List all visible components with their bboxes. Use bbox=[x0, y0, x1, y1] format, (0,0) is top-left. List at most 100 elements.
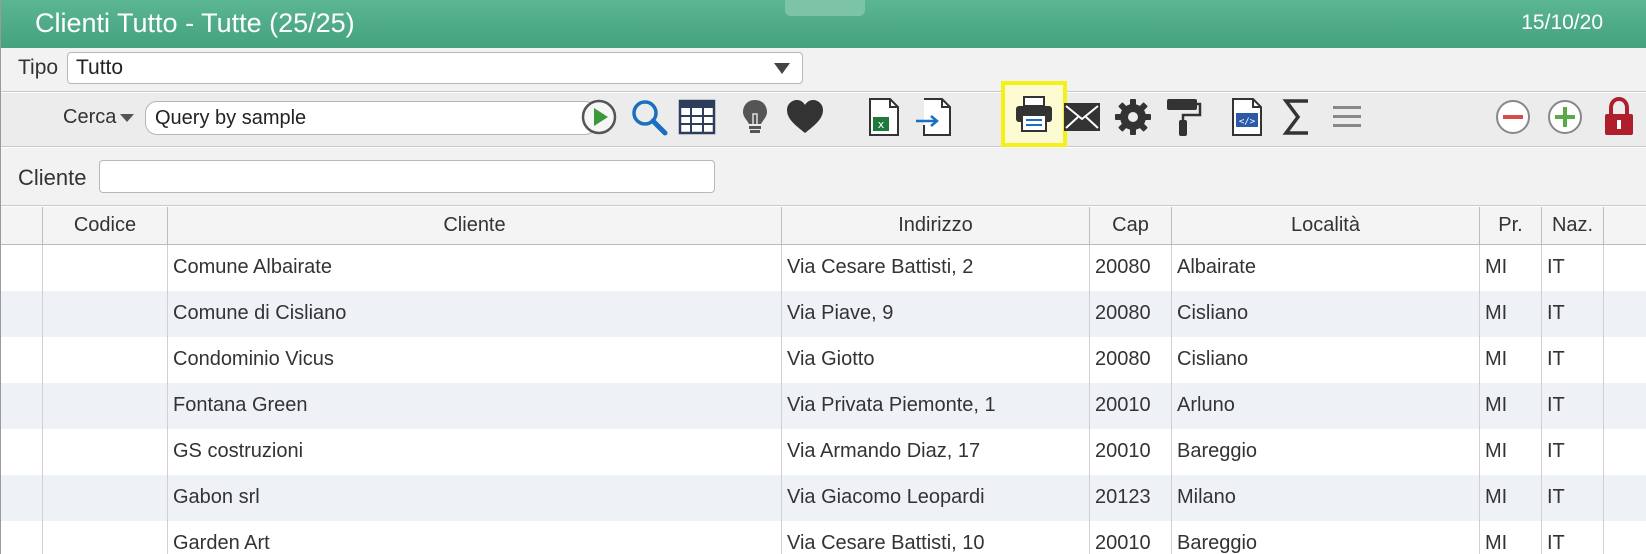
table-row[interactable]: Comune di Cisliano Via Piave, 9 20080 Cisli… bbox=[1, 291, 1646, 337]
cell-codice[interactable] bbox=[43, 245, 168, 291]
cell-cliente[interactable]: Gabon srl bbox=[168, 475, 782, 521]
menu-icon[interactable] bbox=[1323, 93, 1371, 141]
cell-indirizzo[interactable]: Via Privata Piemonte, 1 bbox=[782, 383, 1090, 429]
excel-export-icon[interactable]: x bbox=[859, 93, 907, 141]
mail-icon[interactable] bbox=[1058, 93, 1106, 141]
cell-nazione[interactable]: IT bbox=[1542, 521, 1604, 554]
cell-selector[interactable] bbox=[1, 383, 43, 429]
table-row[interactable]: Condominio Vicus Via Giotto 20080 Cisliano M… bbox=[1, 337, 1646, 383]
cell-indirizzo[interactable]: Via Giacomo Leopardi bbox=[782, 475, 1090, 521]
paint-roller-icon[interactable] bbox=[1159, 93, 1207, 141]
cell-nazione[interactable]: IT bbox=[1542, 291, 1604, 337]
cell-cap[interactable]: 20080 bbox=[1090, 245, 1172, 291]
chevron-down-icon bbox=[120, 113, 135, 122]
window-title: Clienti Tutto - Tutte (25/25) bbox=[35, 8, 355, 38]
cell-nazione[interactable]: IT bbox=[1542, 337, 1604, 383]
column-header-cliente[interactable]: Cliente bbox=[168, 207, 782, 244]
title-bar: Clienti Tutto - Tutte (25/25) 15/10/20 bbox=[1, 0, 1646, 48]
drag-handle[interactable] bbox=[785, 0, 865, 16]
cell-localita[interactable]: Albairate bbox=[1172, 245, 1480, 291]
cell-indirizzo[interactable]: Via Armando Diaz, 17 bbox=[782, 429, 1090, 475]
cell-selector[interactable] bbox=[1, 521, 43, 554]
cell-codice[interactable] bbox=[43, 521, 168, 554]
cell-codice[interactable] bbox=[43, 337, 168, 383]
cell-provincia[interactable]: MI bbox=[1480, 521, 1542, 554]
lock-icon[interactable] bbox=[1595, 93, 1643, 141]
cell-cliente[interactable]: GS costruzioni bbox=[168, 429, 782, 475]
cell-provincia[interactable]: MI bbox=[1480, 291, 1542, 337]
column-header-codice[interactable]: Codice bbox=[43, 207, 168, 244]
cell-selector[interactable] bbox=[1, 429, 43, 475]
cell-nazione[interactable]: IT bbox=[1542, 245, 1604, 291]
cell-codice[interactable] bbox=[43, 291, 168, 337]
search-icon[interactable] bbox=[625, 93, 673, 141]
column-header-localita[interactable]: Località bbox=[1172, 207, 1480, 244]
cell-selector[interactable] bbox=[1, 337, 43, 383]
cell-provincia[interactable]: MI bbox=[1480, 475, 1542, 521]
cell-cliente[interactable]: Comune di Cisliano bbox=[168, 291, 782, 337]
cell-provincia[interactable]: MI bbox=[1480, 383, 1542, 429]
cell-localita[interactable]: Cisliano bbox=[1172, 337, 1480, 383]
table-body: Comune Albairate Via Cesare Battisti, 2 20… bbox=[1, 245, 1646, 554]
code-file-icon[interactable]: </> bbox=[1223, 93, 1271, 141]
tipo-select[interactable]: Tutto bbox=[67, 52, 803, 84]
column-header-indirizzo[interactable]: Indirizzo bbox=[782, 207, 1090, 244]
cliente-filter-input[interactable] bbox=[106, 161, 706, 191]
cell-indirizzo[interactable]: Via Piave, 9 bbox=[782, 291, 1090, 337]
cell-cliente[interactable]: Fontana Green bbox=[168, 383, 782, 429]
cell-codice[interactable] bbox=[43, 475, 168, 521]
cell-localita[interactable]: Cisliano bbox=[1172, 291, 1480, 337]
table-icon[interactable] bbox=[673, 93, 721, 141]
search-mode-label: Cerca bbox=[63, 106, 117, 128]
settings-icon[interactable] bbox=[1109, 93, 1157, 141]
print-icon[interactable] bbox=[1001, 81, 1067, 147]
table-row[interactable]: Garden Art Via Cesare Battisti, 10 20010 Ba… bbox=[1, 521, 1646, 554]
tipo-label: Tipo bbox=[18, 56, 59, 79]
cell-localita[interactable]: Bareggio bbox=[1172, 429, 1480, 475]
column-header-selector[interactable] bbox=[1, 207, 43, 244]
cell-indirizzo[interactable]: Via Cesare Battisti, 2 bbox=[782, 245, 1090, 291]
cell-nazione[interactable]: IT bbox=[1542, 383, 1604, 429]
cell-nazione[interactable]: IT bbox=[1542, 475, 1604, 521]
heart-icon[interactable] bbox=[781, 93, 829, 141]
cell-indirizzo[interactable]: Via Giotto bbox=[782, 337, 1090, 383]
column-header-nazione[interactable]: Naz. bbox=[1542, 207, 1604, 244]
column-header-provincia[interactable]: Pr. bbox=[1480, 207, 1542, 244]
cell-provincia[interactable]: MI bbox=[1480, 337, 1542, 383]
remove-icon[interactable] bbox=[1489, 93, 1537, 141]
cell-cliente[interactable]: Condominio Vicus bbox=[168, 337, 782, 383]
cell-cap[interactable]: 20080 bbox=[1090, 291, 1172, 337]
table-row[interactable]: Fontana Green Via Privata Piemonte, 1 2001… bbox=[1, 383, 1646, 429]
cell-localita[interactable]: Milano bbox=[1172, 475, 1480, 521]
table-row[interactable]: Comune Albairate Via Cesare Battisti, 2 20… bbox=[1, 245, 1646, 291]
cell-localita[interactable]: Arluno bbox=[1172, 383, 1480, 429]
cell-selector[interactable] bbox=[1, 475, 43, 521]
search-mode-dropdown[interactable]: Cerca bbox=[63, 106, 135, 129]
cell-codice[interactable] bbox=[43, 383, 168, 429]
search-input[interactable] bbox=[155, 103, 575, 133]
sum-icon[interactable] bbox=[1273, 93, 1321, 141]
lightbulb-icon[interactable] bbox=[731, 93, 779, 141]
cell-provincia[interactable]: MI bbox=[1480, 429, 1542, 475]
chevron-down-icon[interactable] bbox=[774, 63, 790, 74]
cell-cliente[interactable]: Garden Art bbox=[168, 521, 782, 554]
cell-localita[interactable]: Bareggio bbox=[1172, 521, 1480, 554]
column-header-cap[interactable]: Cap bbox=[1090, 207, 1172, 244]
cell-codice[interactable] bbox=[43, 429, 168, 475]
cell-cap[interactable]: 20010 bbox=[1090, 383, 1172, 429]
cell-nazione[interactable]: IT bbox=[1542, 429, 1604, 475]
table-row[interactable]: GS costruzioni Via Armando Diaz, 17 20010 B… bbox=[1, 429, 1646, 475]
cell-provincia[interactable]: MI bbox=[1480, 245, 1542, 291]
import-icon[interactable] bbox=[909, 93, 957, 141]
table-row[interactable]: Gabon srl Via Giacomo Leopardi 20123 Milano… bbox=[1, 475, 1646, 521]
cell-selector[interactable] bbox=[1, 291, 43, 337]
cell-indirizzo[interactable]: Via Cesare Battisti, 10 bbox=[782, 521, 1090, 554]
cell-cap[interactable]: 20123 bbox=[1090, 475, 1172, 521]
cell-cap[interactable]: 20080 bbox=[1090, 337, 1172, 383]
add-icon[interactable] bbox=[1541, 93, 1589, 141]
cell-selector[interactable] bbox=[1, 245, 43, 291]
run-icon[interactable] bbox=[575, 93, 623, 141]
cell-cap[interactable]: 20010 bbox=[1090, 521, 1172, 554]
cell-cliente[interactable]: Comune Albairate bbox=[168, 245, 782, 291]
cell-cap[interactable]: 20010 bbox=[1090, 429, 1172, 475]
